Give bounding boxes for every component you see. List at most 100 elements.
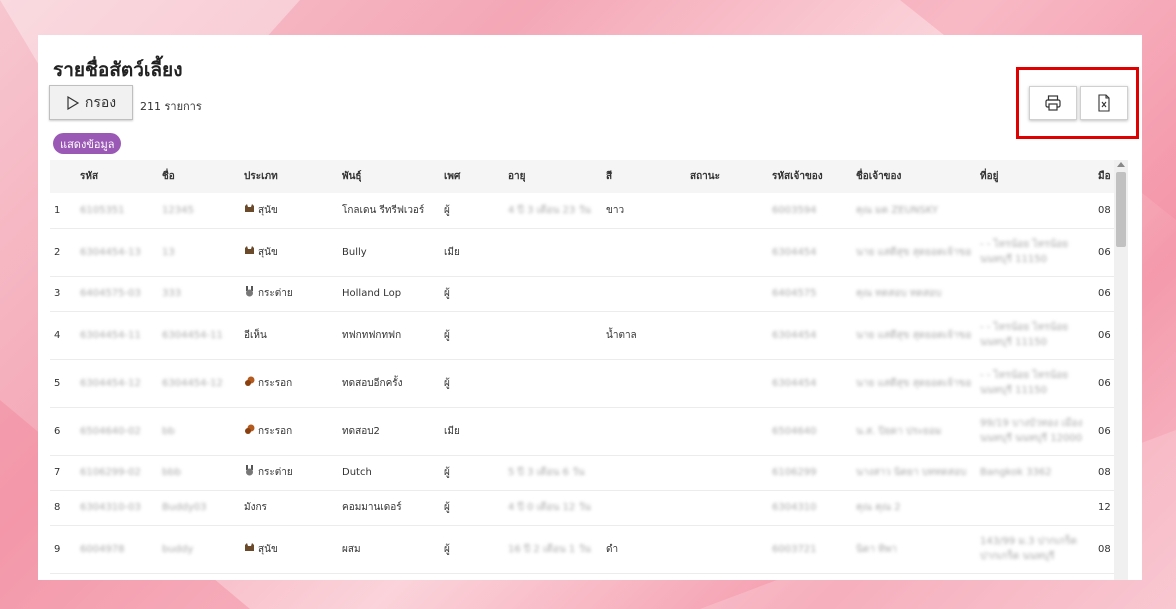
- cell-no: 8: [50, 490, 76, 526]
- table-row[interactable]: 4 6304454-11 6304454-11 อีเห็น ทฟกทฟกทฟก ผู้ น…: [50, 311, 1114, 360]
- cell-text: 08: [1098, 543, 1111, 555]
- column-header[interactable]: พันธุ์: [338, 160, 440, 193]
- cell-text: 6404575: [772, 288, 817, 299]
- cell-text: นางสาว นิตยา บททดสอบ: [856, 467, 967, 478]
- cell-text: 5 ปี 3 เดือน 6 วัน: [508, 467, 585, 478]
- cell-text: อีเห็น: [244, 329, 267, 341]
- cell-text: 3: [54, 288, 61, 299]
- column-header[interactable]: ชื่อ: [158, 160, 240, 193]
- column-header[interactable]: ชื่อเจ้าของ: [852, 160, 976, 193]
- cell-text: 6304454-11: [162, 329, 223, 341]
- cell-text: ผู้: [444, 288, 450, 299]
- squirrel-icon: [244, 424, 255, 435]
- cell-code: 6106299-02: [76, 455, 158, 491]
- pet-list-panel: รายชื่อสัตว์เลี้ยง กรอง 211 รายการ แสดงข…: [38, 35, 1142, 580]
- column-header[interactable]: สี: [602, 160, 686, 193]
- cell-status: [686, 455, 768, 491]
- cell-age: 4 ปี 0 เดือน 12 วัน: [504, 490, 602, 526]
- cell-text: น.ส. ปิยดา ประยอม: [856, 425, 942, 437]
- cell-type: สุนัข: [240, 193, 338, 229]
- cell-sex: เมีย: [440, 228, 504, 277]
- cell-text: ทดสอบอีกครั้ง: [342, 377, 403, 389]
- record-count: 211 รายการ: [140, 100, 202, 113]
- scroll-up-arrow-icon[interactable]: [1117, 162, 1125, 167]
- cell-text: 4 ปี 0 เดือน 12 วัน: [508, 502, 591, 513]
- cell-code: 6504640-02: [76, 407, 158, 456]
- table-row[interactable]: 5 6304454-12 6304454-12 กระรอก ทดสอบอีกครั้ง…: [50, 359, 1114, 408]
- cell-name: 12345: [158, 193, 240, 229]
- column-header[interactable]: ประเภท: [240, 160, 338, 193]
- column-header[interactable]: รหัส: [76, 160, 158, 193]
- cell-status: [686, 276, 768, 312]
- table-row[interactable]: 1 6105351 12345 สุนัข โกลเดน รีทรีฟเวอร์ ผู้ 4…: [50, 193, 1114, 229]
- table-row[interactable]: 7 6106299-02 bbb กระต่าย Dutch ผู้ 5 ปี 3 เดือ…: [50, 455, 1114, 491]
- scroll-thumb[interactable]: [1116, 172, 1126, 247]
- cell-type: สุนัข: [240, 228, 338, 277]
- play-outline-icon: [67, 95, 80, 110]
- cell-status: [686, 359, 768, 408]
- cell-address: - - ไทรน้อย ไทรน้อย นนทบุรี 11150: [976, 311, 1094, 360]
- table-scrollbar[interactable]: [1114, 160, 1128, 580]
- column-header[interactable]: มือ: [1094, 160, 1114, 193]
- cell-text: มังกร: [244, 502, 267, 513]
- table-row[interactable]: 3 6404575-03 333 กระต่าย Holland Lop ผู้ 64045…: [50, 276, 1114, 312]
- cell-text: 06: [1098, 246, 1111, 258]
- cell-owner-name: นางสาว นิตยา บททดสอบ: [852, 455, 976, 491]
- table-row[interactable]: 8 6304310-03 Buddy03 มังกร คอมมานเดอร์ ผู้ 4 ป…: [50, 490, 1114, 526]
- rabbit-icon: [244, 286, 255, 297]
- cell-text: เมีย: [444, 246, 460, 258]
- cell-age: 4 ปี 3 เดือน 23 วัน: [504, 193, 602, 229]
- cell-age: 5 ปี 3 เดือน 6 วัน: [504, 455, 602, 491]
- cell-no: 6: [50, 407, 76, 456]
- cell-breed: ทดสอบอีกครั้ง: [338, 359, 440, 408]
- cell-code: 6105351: [76, 193, 158, 229]
- cell-text: 5: [54, 377, 61, 389]
- cell-phone: 06: [1094, 407, 1114, 456]
- cell-name: 13: [158, 228, 240, 277]
- cell-color: [602, 455, 686, 491]
- cell-age: [504, 407, 602, 456]
- cell-type: กระรอก: [240, 407, 338, 456]
- cell-code: 6004978: [76, 525, 158, 574]
- table-row[interactable]: 9 6004978 buddy สุนัข ผสม ผู้ 16 ปี 2 เดือน 1 …: [50, 525, 1114, 574]
- cell-text: ทดสอบ2: [342, 425, 380, 437]
- cell-address: 99/19 บางบัวทอง เมือง นนทบุรี นนทบุรี 12…: [976, 407, 1094, 456]
- cell-address: [976, 276, 1094, 312]
- cell-text: buddy: [162, 543, 194, 555]
- show-data-badge[interactable]: แสดงข้อมูล: [53, 133, 122, 154]
- filter-button[interactable]: กรอง: [49, 85, 133, 120]
- cell-type: สุนัข: [240, 525, 338, 574]
- cell-text: 9: [54, 543, 61, 555]
- cell-name: 6304454-12: [158, 359, 240, 408]
- cell-owner-name: คุณ มด ZEUNSKY: [852, 193, 976, 229]
- cell-type: กระต่าย: [240, 276, 338, 312]
- cell-text: ผู้: [444, 502, 450, 513]
- cell-owner-name: นาย แสดีสุข สุดยอดเจ้าขอ: [852, 359, 976, 408]
- cell-text: 6304310-03: [80, 502, 141, 513]
- cell-text: 6304454: [772, 329, 817, 341]
- cell-text: 6003721: [772, 543, 817, 555]
- table-row[interactable]: 6 6504640-02 bb กระรอก ทดสอบ2 เมีย 6504640 น.ส.…: [50, 407, 1114, 456]
- cell-text: 6106299-02: [80, 467, 141, 478]
- cell-text: bb: [162, 425, 175, 437]
- cell-text: โกลเดน รีทรีฟเวอร์: [342, 204, 425, 216]
- column-header[interactable]: เพศ: [440, 160, 504, 193]
- cell-text: 1: [54, 204, 61, 216]
- cell-text: 6304454-13: [80, 246, 141, 258]
- column-header[interactable]: รหัสเจ้าของ: [768, 160, 852, 193]
- cell-text: 06: [1098, 288, 1111, 299]
- cell-text: 06: [1098, 425, 1111, 437]
- table-header-row: รหัส ชื่อ ประเภท พันธุ์ เพศ อายุ สี สถาน…: [50, 160, 1114, 193]
- cell-text: Bully: [342, 246, 367, 258]
- cell-color: น้ำตาล: [602, 311, 686, 360]
- cell-owner-name: นาย แสดีสุข สุดยอดเจ้าขอ: [852, 311, 976, 360]
- cell-type: กระต่าย: [240, 455, 338, 491]
- cell-status: [686, 228, 768, 277]
- table-row[interactable]: 2 6304454-13 13 สุนัข Bully เมีย 6304454 นาย แส…: [50, 228, 1114, 277]
- export-excel-button[interactable]: [1080, 86, 1128, 120]
- print-button[interactable]: [1029, 86, 1077, 120]
- column-header[interactable]: อายุ: [504, 160, 602, 193]
- cell-sex: ผู้: [440, 525, 504, 574]
- column-header[interactable]: ที่อยู่: [976, 160, 1094, 193]
- column-header[interactable]: สถานะ: [686, 160, 768, 193]
